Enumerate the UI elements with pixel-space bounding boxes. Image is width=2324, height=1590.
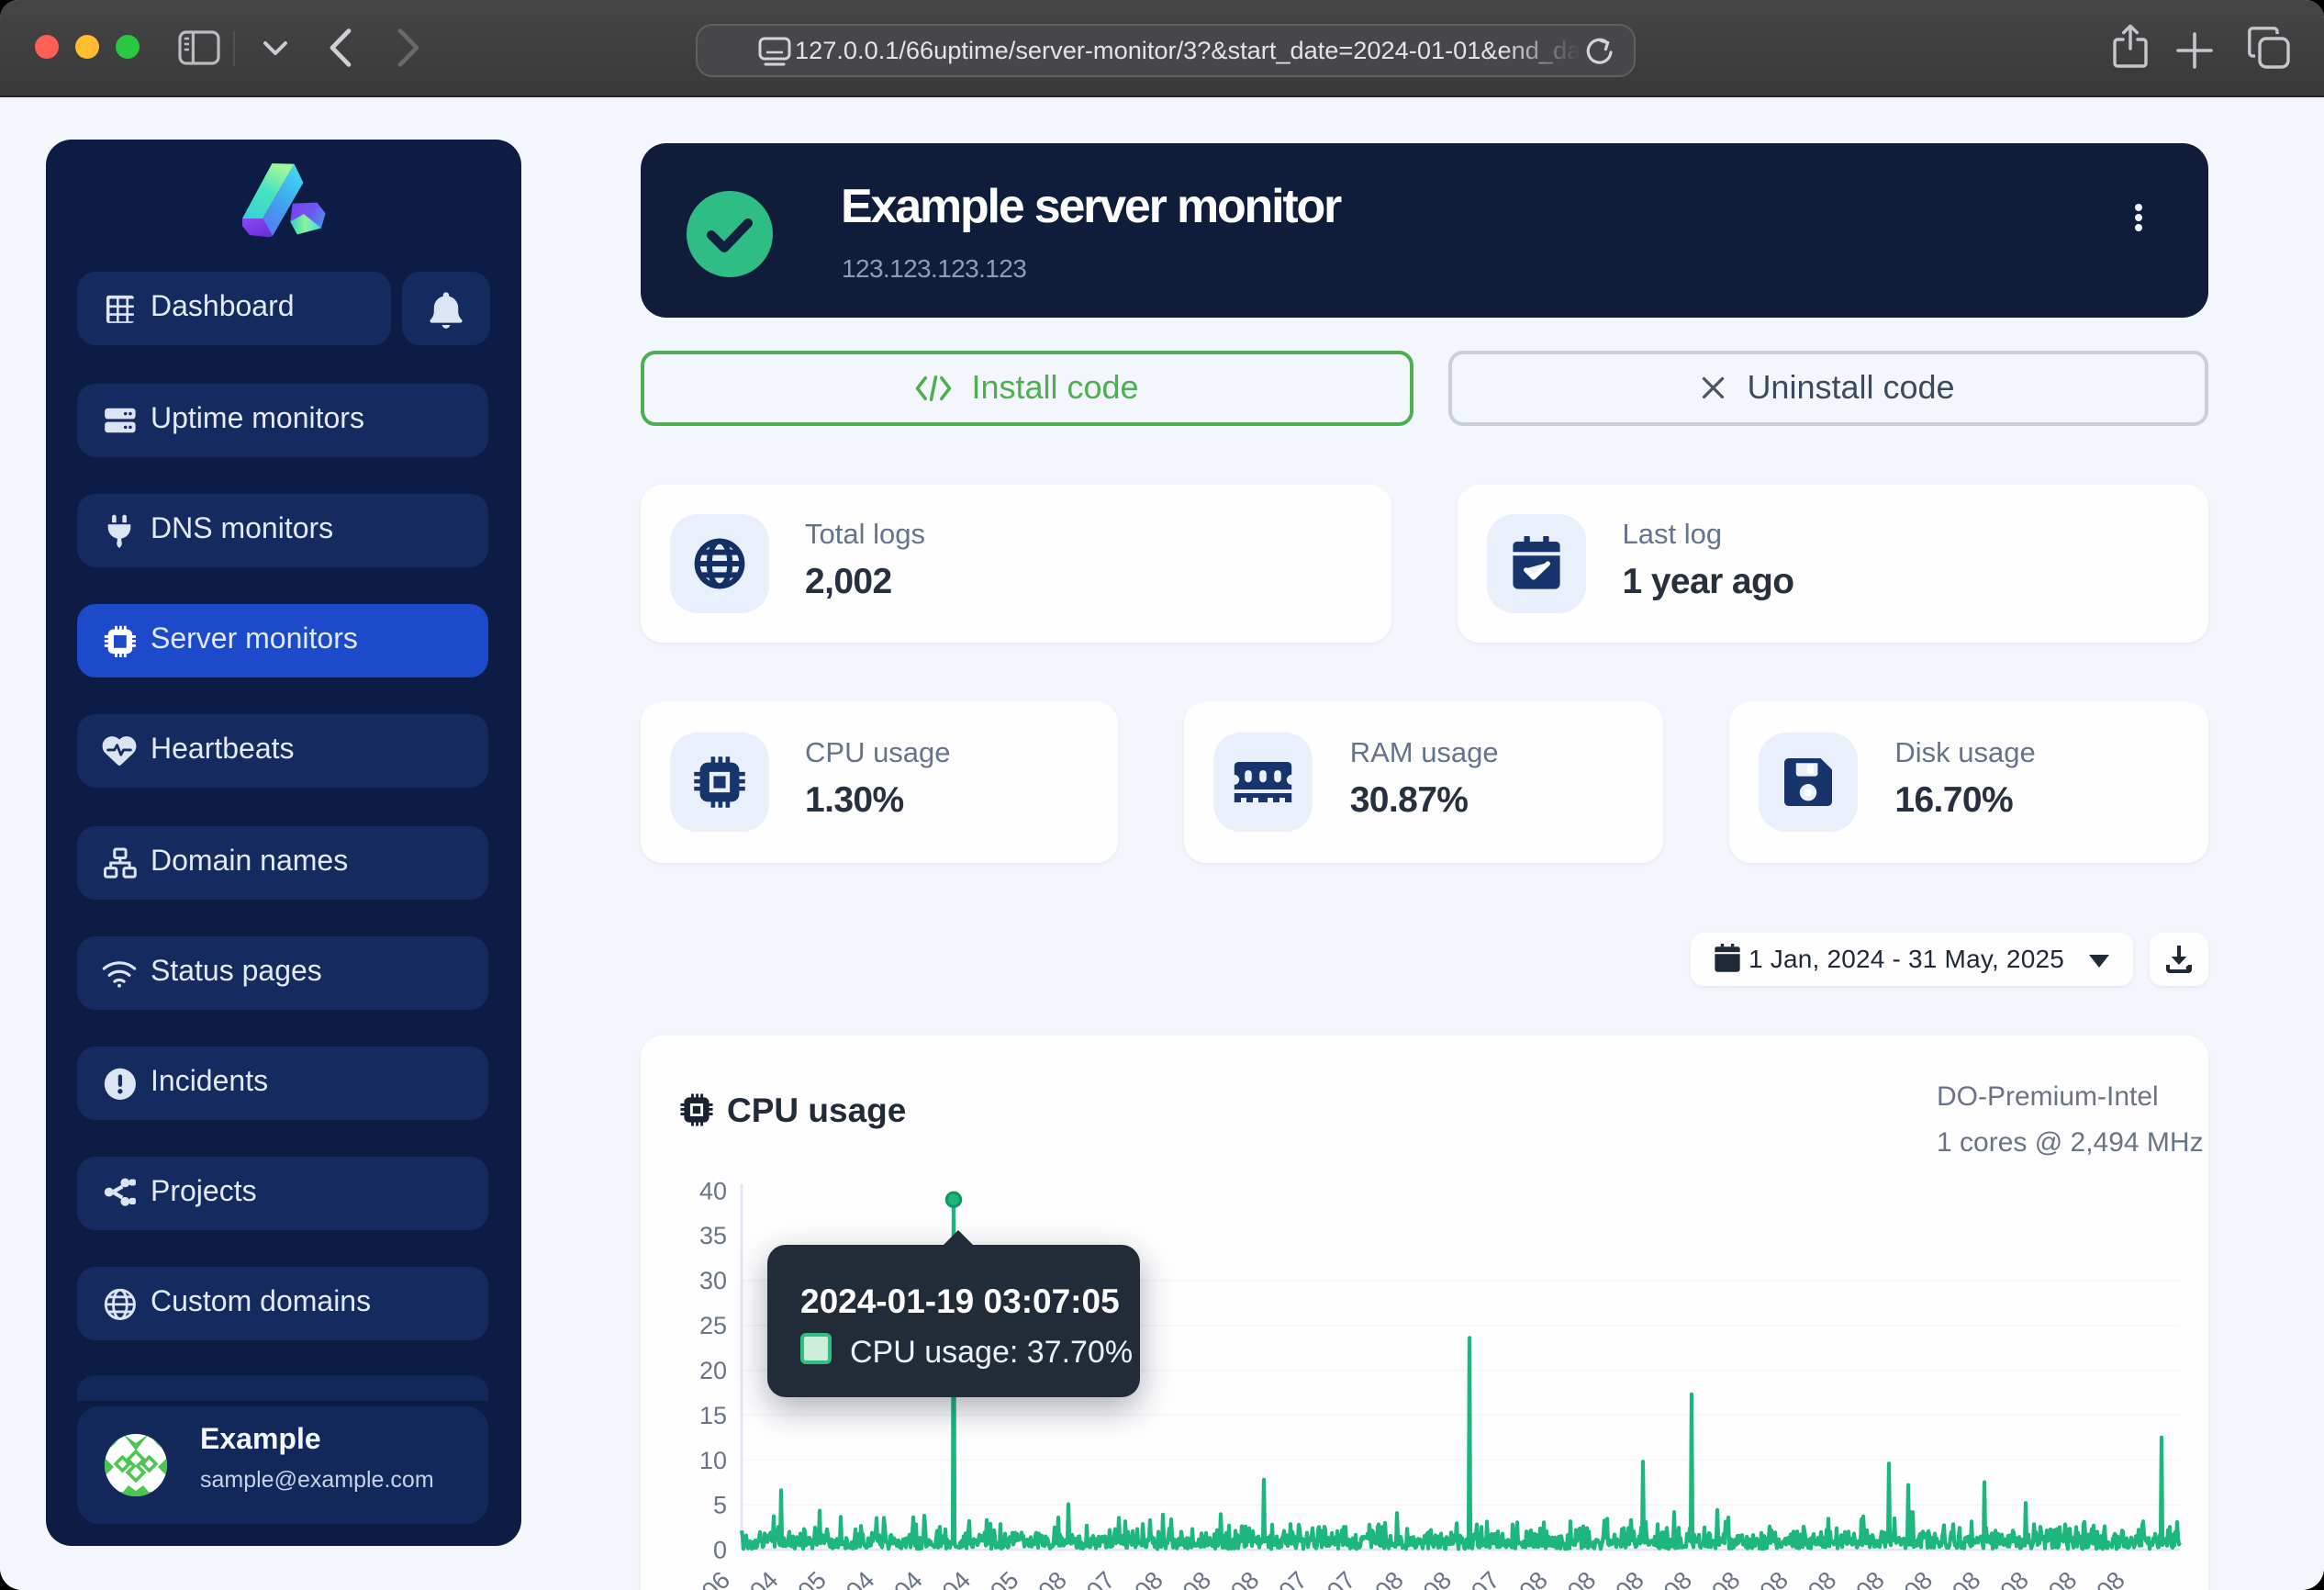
svg-text:0: 0 <box>712 1536 726 1563</box>
svg-text:15: 15 <box>698 1401 726 1428</box>
svg-text:20: 20 <box>698 1356 726 1383</box>
svg-text:30: 30 <box>698 1266 726 1293</box>
svg-text:10: 10 <box>698 1446 726 1473</box>
svg-text:40: 40 <box>698 1176 726 1204</box>
svg-text:25: 25 <box>698 1311 726 1338</box>
svg-text:35: 35 <box>698 1221 726 1248</box>
svg-text:5: 5 <box>712 1491 726 1518</box>
svg-text:2024-01-06: 2024-01-06 <box>640 1565 734 1590</box>
